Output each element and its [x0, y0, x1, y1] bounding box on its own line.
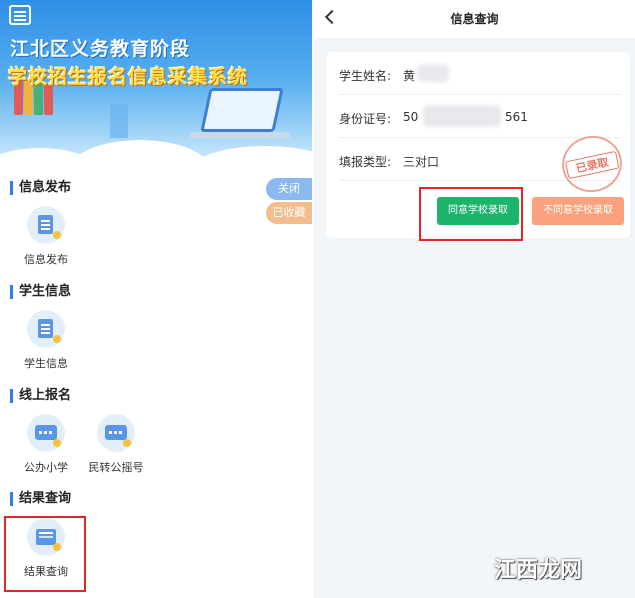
- field-label: 填报类型:: [339, 155, 392, 169]
- field-id-number: 身份证号: 50 561: [339, 95, 621, 138]
- section-title-info-release: 信息发布: [10, 180, 71, 196]
- redacted-area: [423, 105, 501, 127]
- form-icon: [27, 310, 65, 348]
- section-title-result-query: 结果查询: [10, 491, 71, 507]
- saved-button[interactable]: 已收藏: [266, 202, 312, 224]
- screen-icon: [27, 414, 65, 452]
- header-banner: 江北区义务教育阶段 学校招生报名信息采集系统: [0, 0, 312, 175]
- tile-public-primary[interactable]: 公办小学: [11, 414, 81, 475]
- cloud-decoration: [190, 146, 312, 175]
- top-nav-bar: 信息查询: [314, 0, 635, 38]
- building-decoration: [110, 104, 128, 138]
- field-label: 学生姓名:: [339, 69, 392, 83]
- tile-label: 公办小学: [24, 461, 68, 474]
- section-title-student-info: 学生信息: [10, 284, 71, 300]
- tile-student-info[interactable]: 学生信息: [11, 310, 81, 371]
- disagree-admission-button[interactable]: 不同意学校录取: [532, 197, 624, 225]
- stamp-text: 已录取: [564, 150, 620, 180]
- tile-lottery[interactable]: 民转公摇号: [81, 414, 151, 475]
- redacted-area: [417, 64, 449, 82]
- right-app-screen: 信息查询 学生姓名: 黄 身份证号: 50 561 填报类型: 三对口 已录取 …: [314, 0, 635, 598]
- field-label: 身份证号:: [339, 112, 392, 126]
- tile-label: 学生信息: [24, 357, 68, 370]
- field-value-prefix: 50: [403, 110, 419, 124]
- banner-title: 江北区义务教育阶段: [10, 38, 191, 60]
- watermark: 江西龙网: [494, 558, 583, 583]
- screen-icon: [97, 414, 135, 452]
- highlight-box: [4, 516, 86, 592]
- field-value-suffix: 561: [505, 110, 528, 124]
- banner-subtitle: 学校招生报名信息采集系统: [8, 66, 249, 88]
- left-app-screen: 江北区义务教育阶段 学校招生报名信息采集系统 关闭 已收藏 信息发布 信息发布 …: [0, 0, 312, 598]
- laptop-base-illustration: [190, 132, 290, 139]
- page-title: 信息查询: [450, 12, 499, 26]
- field-student-name: 学生姓名: 黄: [339, 52, 621, 95]
- tile-label: 民转公摇号: [88, 461, 144, 474]
- app-logo-icon: [9, 5, 31, 25]
- section-title-online-registration: 线上报名: [10, 388, 71, 404]
- cloud-decoration: [70, 140, 210, 175]
- document-icon: [27, 206, 65, 244]
- tile-info-release[interactable]: 信息发布: [11, 206, 81, 267]
- tile-label: 信息发布: [24, 253, 68, 266]
- highlight-box: [419, 187, 523, 241]
- close-button[interactable]: 关闭: [266, 178, 312, 200]
- laptop-illustration: [200, 88, 284, 132]
- field-value: 三对口: [403, 155, 440, 169]
- field-value: 黄: [403, 69, 416, 83]
